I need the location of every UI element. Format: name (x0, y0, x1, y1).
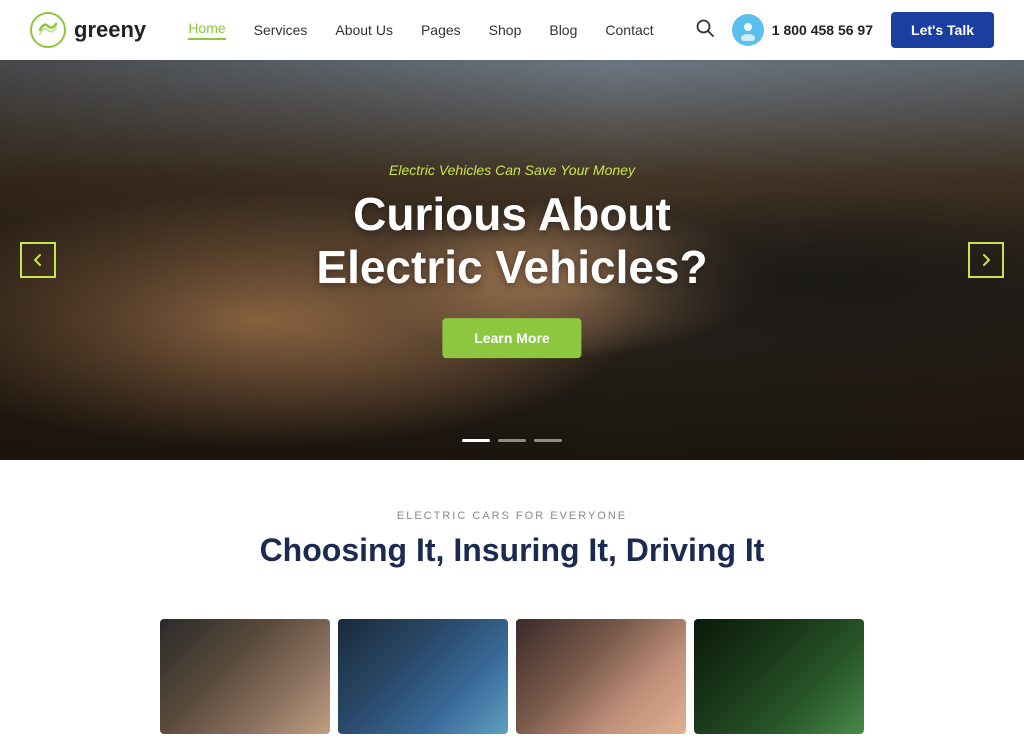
nav-item-pages[interactable]: Pages (421, 22, 461, 38)
phone-number: 1 800 458 56 97 (772, 22, 873, 38)
hero-section: Electric Vehicles Can Save Your Money Cu… (0, 60, 1024, 460)
nav-item-shop[interactable]: Shop (489, 22, 522, 38)
section-title: Choosing It, Insuring It, Driving It (30, 532, 994, 569)
hero-subtitle: Electric Vehicles Can Save Your Money (316, 162, 707, 178)
hero-content: Electric Vehicles Can Save Your Money Cu… (316, 162, 707, 358)
nav-item-services[interactable]: Services (254, 22, 308, 38)
phone-wrapper: 1 800 458 56 97 (732, 14, 873, 46)
nav-item-blog[interactable]: Blog (549, 22, 577, 38)
hero-dot-2[interactable] (498, 439, 526, 442)
cards-row (0, 619, 1024, 734)
card-3[interactable] (516, 619, 686, 734)
section-subtitle: ELECTRIC CARS FOR EVERYONE (30, 510, 994, 522)
hero-dot-3[interactable] (534, 439, 562, 442)
card-2[interactable] (338, 619, 508, 734)
card-image-3 (516, 619, 686, 734)
nav-item-home[interactable]: Home (188, 20, 225, 40)
hero-prev-button[interactable] (20, 242, 56, 278)
hero-title: Curious About Electric Vehicles? (316, 188, 707, 294)
section-cards: ELECTRIC CARS FOR EVERYONE Choosing It, … (0, 460, 1024, 619)
avatar (732, 14, 764, 46)
card-1[interactable] (160, 619, 330, 734)
card-4[interactable] (694, 619, 864, 734)
nav-item-contact[interactable]: Contact (605, 22, 653, 38)
hero-next-button[interactable] (968, 242, 1004, 278)
card-image-4 (694, 619, 864, 734)
main-nav: Home Services About Us Pages Shop Blog C… (188, 20, 653, 40)
logo[interactable]: greeny (30, 12, 146, 48)
hero-dots (462, 439, 562, 442)
card-image-2 (338, 619, 508, 734)
logo-text: greeny (74, 17, 146, 43)
nav-item-about[interactable]: About Us (335, 22, 393, 38)
search-button[interactable] (696, 19, 714, 42)
hero-dot-1[interactable] (462, 439, 490, 442)
hero-learn-button[interactable]: Learn More (442, 318, 581, 358)
header-right: 1 800 458 56 97 Let's Talk (696, 12, 994, 48)
header: greeny Home Services About Us Pages Shop… (0, 0, 1024, 60)
lets-talk-button[interactable]: Let's Talk (891, 12, 994, 48)
card-image-1 (160, 619, 330, 734)
